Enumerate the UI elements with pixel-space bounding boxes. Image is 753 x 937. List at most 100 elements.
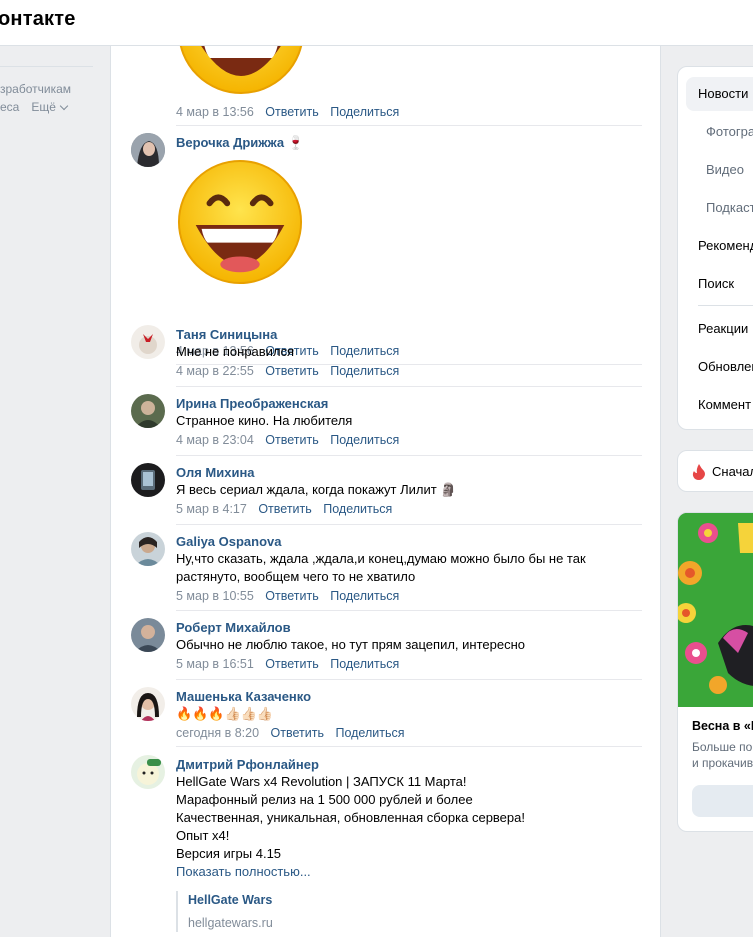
avatar[interactable]: [131, 394, 165, 428]
reply-link[interactable]: Ответить: [265, 657, 318, 671]
menu-item-reactions[interactable]: Реакции: [698, 321, 748, 336]
business-link[interactable]: еса: [0, 98, 19, 116]
smile-sticker-icon: [179, 46, 303, 94]
ad-desc-line: и прокачив: [692, 756, 753, 770]
comment-meta: 4 мар в 13:56 Ответить Поделиться: [176, 103, 642, 121]
share-link[interactable]: Поделиться: [330, 433, 399, 447]
wine-glass-icon: 🍷: [287, 135, 304, 150]
menu-item-search[interactable]: Поиск: [698, 276, 734, 291]
reply-link[interactable]: Ответить: [265, 364, 318, 378]
share-link[interactable]: Поделиться: [330, 657, 399, 671]
sort-label: Сначал: [712, 464, 753, 479]
comment-author[interactable]: Верочка Дрижжа: [176, 134, 284, 151]
avatar[interactable]: [131, 325, 165, 359]
comment-meta: сегодня в 8:20 Ответить Поделиться: [176, 724, 642, 742]
moai-icon: 🗿: [440, 482, 457, 497]
comment-meta: 4 мар в 23:04 Ответить Поделиться: [176, 431, 642, 449]
menu-item-recommendations[interactable]: Рекоменд: [698, 238, 753, 253]
reply-link[interactable]: Ответить: [265, 105, 318, 119]
share-link[interactable]: Поделиться: [330, 364, 399, 378]
link-title[interactable]: HellGate Wars: [188, 891, 476, 909]
reply-link[interactable]: Ответить: [258, 502, 311, 516]
comment-meta: 5 мар в 10:55 Ответить Поделиться: [176, 587, 642, 605]
comment-author[interactable]: Таня Синицына: [176, 326, 277, 343]
share-link[interactable]: Поделиться: [335, 726, 404, 740]
avatar[interactable]: [131, 755, 165, 789]
menu-item-video[interactable]: Видео: [706, 162, 744, 177]
comment-text: Обычно не люблю такое, но тут прям зацеп…: [176, 637, 525, 652]
left-footer-nav: зработчикам еса Ещё: [0, 66, 95, 116]
smile-sticker-icon: [177, 159, 303, 285]
reply-link[interactable]: Ответить: [265, 589, 318, 603]
ad-card[interactable]: Весна в «М Больше по и прокачив: [677, 512, 753, 832]
avatar[interactable]: [131, 687, 165, 721]
divider: [176, 679, 642, 680]
comment-text: Я весь сериал ждала, когда покажут Лилит…: [176, 481, 642, 499]
comment-line: HellGate Wars x4 Revolution | ЗАПУСК 11 …: [176, 774, 467, 789]
menu-item-updates[interactable]: Обновлен: [698, 359, 753, 374]
comment-time[interactable]: 4 мар в 22:55: [176, 364, 254, 378]
show-more-link[interactable]: Показать полностью...: [176, 863, 642, 881]
comment-author[interactable]: Дмитрий Рфонлайнер: [176, 756, 319, 773]
reply-link[interactable]: Ответить: [271, 726, 324, 740]
menu-item-podcasts[interactable]: Подкаст: [706, 200, 753, 215]
menu-item-photos[interactable]: Фотогра: [706, 124, 753, 139]
divider: [176, 125, 642, 126]
comment-meta: 4 мар в 22:55 Ответить Поделиться: [176, 362, 642, 380]
comment-time[interactable]: сегодня в 8:20: [176, 726, 259, 740]
comment-author[interactable]: Оля Михина: [176, 464, 255, 481]
comment-author[interactable]: Роберт Михайлов: [176, 619, 291, 636]
link-url: hellgatewars.ru: [188, 916, 273, 930]
comment-time[interactable]: 5 мар в 10:55: [176, 589, 254, 603]
comment-line: Опыт х4!: [176, 828, 230, 843]
comment-line: Марафонный релиз на 1 500 000 рублей и б…: [176, 792, 473, 807]
comment-time[interactable]: 5 мар в 16:51: [176, 657, 254, 671]
comment-author[interactable]: Galiya Ospanova: [176, 533, 282, 550]
fire-icon: [692, 464, 705, 480]
developers-link[interactable]: зработчикам: [0, 80, 95, 98]
comments-feed: 4 мар в 13:56 Ответить Поделиться Верочк…: [110, 46, 661, 937]
divider: [176, 746, 642, 747]
feed-filter-menu: Новости Фотогра Видео Подкаст Рекоменд П…: [677, 66, 753, 430]
comment-time[interactable]: 5 мар в 4:17: [176, 502, 247, 516]
link-preview-card[interactable]: HellGate Wars hellgatewars.ru: [176, 891, 476, 932]
reply-link[interactable]: Ответить: [265, 433, 318, 447]
divider: [0, 66, 93, 67]
more-menu-button[interactable]: Ещё: [31, 98, 69, 116]
more-label: Ещё: [31, 100, 56, 114]
comment-meta: 5 мар в 4:17 Ответить Поделиться: [176, 500, 642, 518]
share-link[interactable]: Поделиться: [330, 589, 399, 603]
comment-meta: 5 мар в 16:51 Ответить Поделиться: [176, 655, 642, 673]
comment-line: Качественная, уникальная, обновленная сб…: [176, 810, 525, 825]
avatar[interactable]: [131, 463, 165, 497]
avatar[interactable]: [131, 618, 165, 652]
comment-time[interactable]: 4 мар в 23:04: [176, 433, 254, 447]
menu-item-comments[interactable]: Коммент: [698, 397, 751, 412]
comment-text: Мне не понравился: [176, 344, 295, 359]
sort-toggle[interactable]: Сначал: [677, 450, 753, 492]
share-link[interactable]: Поделиться: [323, 502, 392, 516]
avatar[interactable]: [131, 133, 165, 167]
ad-image: [678, 513, 753, 707]
divider: [176, 455, 642, 456]
divider: [176, 386, 642, 387]
menu-item-news[interactable]: Новости: [686, 77, 753, 111]
avatar[interactable]: [131, 532, 165, 566]
ad-title[interactable]: Весна в «М: [692, 719, 753, 733]
comment-author[interactable]: Машенька Казаченко: [176, 688, 311, 705]
divider: [698, 305, 753, 306]
comment-text-body: Я весь сериал ждала, когда покажут Лилит: [176, 482, 437, 497]
ad-action-button[interactable]: [692, 785, 753, 817]
top-bar: онтакте: [0, 0, 753, 46]
comment-text: 🔥🔥🔥👍🏻👍🏻👍🏻: [176, 706, 274, 721]
comment-text: Ну,что сказать, ждала ,ждала,и конец,дум…: [176, 551, 586, 584]
comment-author[interactable]: Ирина Преображенская: [176, 395, 328, 412]
comment-text: Странное кино. На любителя: [176, 413, 353, 428]
chevron-down-icon: [59, 101, 69, 111]
logo[interactable]: онтакте: [0, 8, 76, 31]
divider: [176, 524, 642, 525]
share-link[interactable]: Поделиться: [330, 105, 399, 119]
comment-time[interactable]: 4 мар в 13:56: [176, 105, 254, 119]
comment-line: Версия игры 4.15: [176, 846, 282, 861]
ad-desc-line: Больше по: [692, 740, 753, 754]
